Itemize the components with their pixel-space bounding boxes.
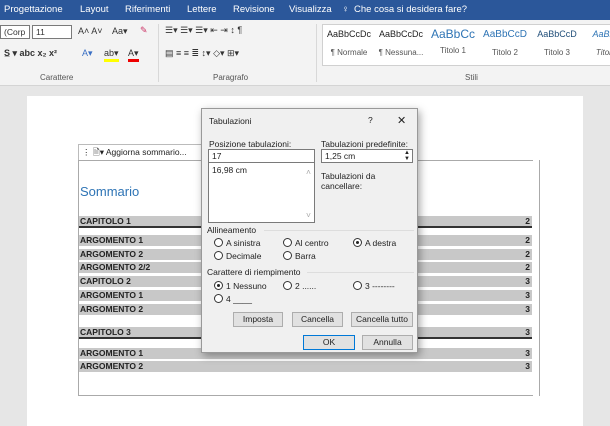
toc-page-number: 3 [525, 361, 530, 371]
toc-title: Sommario [80, 184, 140, 199]
change-case-icon[interactable]: Aa▾ [112, 26, 128, 37]
set-button[interactable]: Imposta [233, 312, 283, 327]
cancel-button[interactable]: Annulla [362, 335, 413, 350]
toc-entry-text: ARGOMENTO 1 [80, 348, 144, 358]
toc-entry-text: ARGOMENTO 2 [80, 249, 144, 259]
toc-page-number: 3 [525, 304, 530, 314]
toc-entry-text: ARGOMENTO 2 [80, 361, 144, 371]
highlight-icon[interactable]: ab▾ [104, 48, 119, 62]
lightbulb-icon: ♀ [342, 4, 350, 15]
font-size-select[interactable]: 11 [32, 25, 72, 39]
toc-menu-icon[interactable]: ⋮ 🗎▾ [82, 147, 106, 157]
clear-format-icon[interactable]: ✎ [140, 25, 148, 36]
help-button[interactable]: ? [368, 115, 373, 125]
default-tabs-value: 1,25 cm [325, 151, 356, 161]
align-decimal-radio[interactable]: Decimale [214, 251, 261, 261]
leader-3-radio[interactable]: 3 -------- [353, 281, 395, 291]
tabs-dialog: Tabulazioni ? ✕ Posizione tabulazioni: 1… [201, 108, 418, 353]
toc-toolbar: ⋮ 🗎▾ Aggiorna sommario... [78, 144, 203, 160]
toc-page-number: 2 [525, 262, 530, 272]
toc-entry[interactable]: ARGOMENTO 2 3 [79, 361, 532, 372]
tab-position-label: Posizione tabulazioni: [209, 139, 292, 149]
tab-position-input[interactable]: 17 [208, 149, 315, 163]
group-stili-label: Stili [465, 73, 478, 82]
divider [264, 230, 414, 231]
toc-page-number: 2 [525, 249, 530, 259]
toc-entry-text: CAPITOLO 1 [80, 216, 131, 226]
clear-all-button[interactable]: Cancella tutto [351, 312, 413, 327]
scroll-up-icon[interactable]: ˄ [306, 167, 311, 177]
align-center-radio[interactable]: Al centro [283, 238, 329, 248]
toc-page-number: 3 [525, 276, 530, 286]
toc-entry-text: ARGOMENTO 1 [80, 290, 144, 300]
toc-entry-text: ARGOMENTO 1 [80, 235, 144, 245]
group-carattere-label: Carattere [40, 73, 74, 82]
bullets-icon[interactable]: ☰▾ ☰▾ ☰▾ ⇤ ⇥ ↕ ¶ [165, 25, 242, 36]
ribbon: (Corp 11 A˄ A˅ Aa▾ ✎ S̲ ▾ abc x₂ x² A▾ a… [0, 20, 610, 86]
toc-page-number: 3 [525, 327, 530, 337]
leader-2-radio[interactable]: 2 ...... [283, 281, 316, 291]
divider [158, 24, 159, 82]
ok-button[interactable]: OK [303, 335, 355, 350]
toc-page-number: 2 [525, 235, 530, 245]
style-nessuna[interactable]: AaBbCcDc ¶ Nessuna... [375, 25, 427, 57]
align-icons[interactable]: ▤ ≡ ≡ ≣ ↕▾ ◇▾ ⊞▾ [165, 48, 239, 59]
toc-entry-text: CAPITOLO 2 [80, 276, 131, 286]
update-toc-button[interactable]: Aggiorna sommario... [106, 147, 187, 157]
dialog-title: Tabulazioni [209, 116, 252, 126]
text-effects-icon[interactable]: A▾ [82, 48, 93, 59]
ribbon-tabs: Progettazione Layout Riferimenti Lettere… [0, 0, 610, 20]
leader-4-radio[interactable]: 4 ____ [214, 294, 252, 304]
toc-entry-text: ARGOMENTO 2 [80, 304, 144, 314]
close-icon[interactable]: ✕ [397, 114, 406, 127]
alignment-label: Allineamento [207, 225, 257, 235]
toc-entry-text: ARGOMENTO 2/2 [80, 262, 151, 272]
style-titolo4[interactable]: AaBbCcTitolo 4 [583, 25, 610, 57]
style-titolo3[interactable]: AaBbCcD Titolo 3 [531, 25, 583, 57]
tabs-to-clear-label: Tabulazioni da cancellare: [321, 171, 376, 191]
styles-gallery: AaBbCcDc ¶ Normale AaBbCcDc ¶ Nessuna... A… [322, 24, 610, 66]
toc-page-number: 2 [525, 216, 530, 226]
font-color-icon[interactable]: A▾ [128, 48, 139, 62]
toc-page-number: 3 [525, 348, 530, 358]
style-titolo1[interactable]: AaBbCc Titolo 1 [427, 25, 479, 55]
tab-revisione[interactable]: Revisione [233, 4, 275, 15]
leader-1-radio[interactable]: 1 Nessuno [214, 281, 267, 291]
scroll-down-icon[interactable]: ˅ [306, 210, 311, 220]
list-item[interactable]: 16,98 cm [212, 165, 247, 175]
toc-entry-text: CAPITOLO 3 [80, 327, 131, 337]
spinner-icon[interactable]: ▲ ▼ [404, 150, 410, 162]
strikethrough-menu-icon[interactable]: S̲ ▾ abc x₂ x² [4, 48, 57, 59]
toc-page-number: 3 [525, 290, 530, 300]
divider [316, 24, 317, 82]
leader-label: Carattere di riempimento [207, 267, 301, 277]
tab-visualizza[interactable]: Visualizza [289, 4, 332, 15]
tab-riferimenti[interactable]: Riferimenti [125, 4, 170, 15]
default-tabs-label: Tabulazioni predefinite: [321, 139, 408, 149]
tab-layout[interactable]: Layout [80, 4, 109, 15]
tell-me-input[interactable]: Che cosa si desidera fare? [354, 4, 467, 15]
tab-lettere[interactable]: Lettere [187, 4, 217, 15]
align-bar-radio[interactable]: Barra [283, 251, 316, 261]
tab-progettazione[interactable]: Progettazione [4, 4, 63, 15]
group-paragrafo-label: Paragrafo [213, 73, 249, 82]
style-normale[interactable]: AaBbCcDc ¶ Normale [323, 25, 375, 57]
font-name-select[interactable]: (Corp [0, 25, 30, 39]
clear-button[interactable]: Cancella [292, 312, 343, 327]
align-right-radio[interactable]: A destra [353, 238, 396, 248]
toc-border [532, 160, 540, 396]
default-tabs-spinner[interactable]: 1,25 cm ▲ ▼ [321, 149, 413, 163]
align-left-radio[interactable]: A sinistra [214, 238, 261, 248]
grow-font-icon[interactable]: A˄ A˅ [78, 26, 103, 36]
tab-position-list[interactable]: 16,98 cm ˄ ˅ [208, 162, 315, 223]
divider [307, 272, 414, 273]
style-titolo2[interactable]: AaBbCcD Titolo 2 [479, 25, 531, 57]
